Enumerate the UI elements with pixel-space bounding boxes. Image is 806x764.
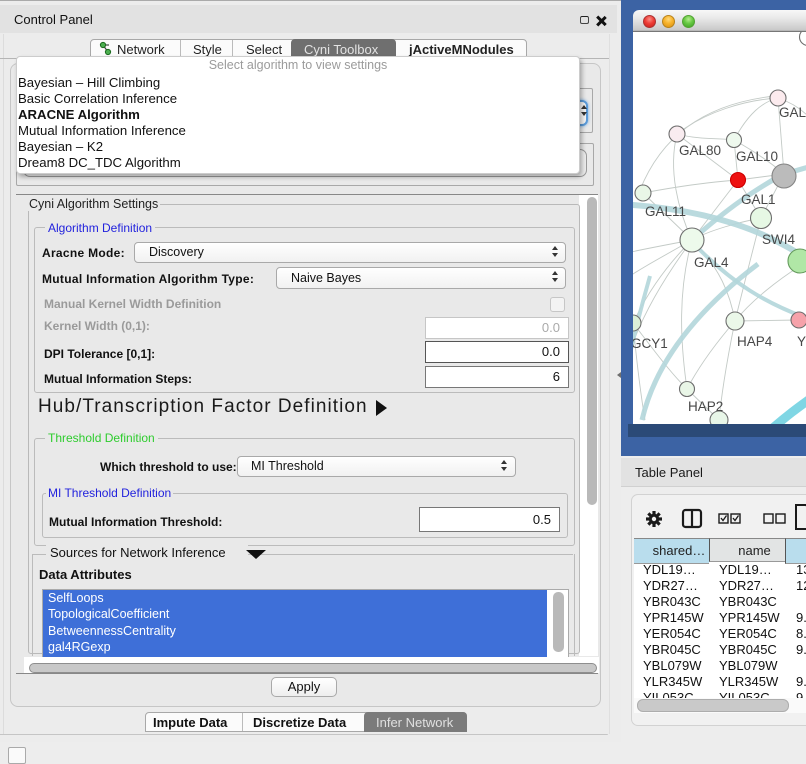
svg-text:HAP4: HAP4 bbox=[737, 334, 773, 349]
svg-text:GAL10: GAL10 bbox=[736, 149, 778, 164]
svg-text:GAL11: GAL11 bbox=[645, 204, 686, 219]
svg-text:Y: Y bbox=[797, 334, 806, 349]
svg-text:SWI4: SWI4 bbox=[762, 232, 795, 247]
svg-text:GCY1: GCY1 bbox=[633, 336, 668, 351]
svg-text:GAL1: GAL1 bbox=[741, 192, 776, 207]
svg-text:GAL4: GAL4 bbox=[694, 255, 729, 270]
svg-text:GAL80: GAL80 bbox=[679, 143, 721, 158]
svg-text:GAL: GAL bbox=[779, 105, 806, 120]
svg-text:HAP2: HAP2 bbox=[688, 399, 723, 414]
